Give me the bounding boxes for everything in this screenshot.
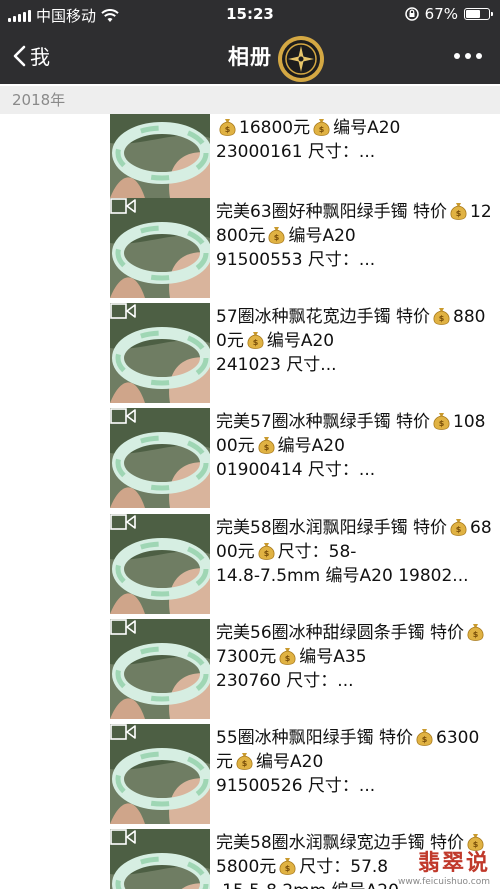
video-thumbnail[interactable]: [110, 724, 210, 824]
post-caption: 完美56圈冰种甜绿圆条手镯 特价 $7300元 $ 编号A35 230760 尺寸：..…: [216, 621, 494, 693]
more-options-icon[interactable]: [452, 46, 484, 66]
svg-text:$: $: [274, 233, 280, 242]
list-item[interactable]: 完美58圈水润飘阳绿手镯 特价 $6800元 $ 尺寸：58- 14.8-7.5mm 编…: [0, 514, 500, 614]
post-caption: 完美63圈好种飘阳绿手镯 特价 $12800元 $ 编号A20 91500553 尺寸：…: [216, 200, 494, 272]
caption-title: 完美56圈冰种甜绿圆条手镯 特价: [216, 623, 465, 643]
watermark-url: www.feicuishuo.com: [397, 877, 490, 887]
caption-detail: 编号A20: [277, 436, 345, 456]
rotation-lock-icon: [404, 7, 419, 21]
caption-detail: 尺寸：57.8: [299, 857, 389, 877]
caption-detail: 编号A35: [299, 647, 367, 667]
money-bag-icon: $: [258, 437, 275, 454]
caption-code: 23000161 尺寸：...: [216, 142, 376, 162]
svg-text:$: $: [225, 125, 231, 134]
svg-text:$: $: [439, 419, 445, 428]
money-bag-icon: $: [279, 648, 296, 665]
svg-text:$: $: [285, 864, 291, 873]
year-section-header: 2018年: [0, 86, 500, 114]
caption-code: 230760 尺寸：...: [216, 671, 354, 691]
svg-text:$: $: [253, 338, 259, 347]
caption-title: 完美63圈好种飘阳绿手镯 特价: [216, 202, 448, 222]
list-item[interactable]: 57圈冰种飘花宽边手镯 特价 $8800元 $ 编号A20 241023 尺寸...: [0, 303, 500, 403]
watermark-title: 翡翠说: [417, 851, 490, 876]
money-bag-icon: $: [450, 203, 467, 220]
caption-price: 16800元: [239, 118, 311, 138]
caption-title: 55圈冰种飘阳绿手镯 特价: [216, 728, 414, 748]
caption-code: 91500553 尺寸：...: [216, 250, 376, 270]
video-thumbnail[interactable]: [110, 514, 210, 614]
caption-detail: 编号A20: [266, 331, 335, 351]
caption-detail: 尺寸：58-: [277, 542, 357, 562]
status-right: 67%: [404, 5, 493, 23]
list-item[interactable]: 完美56圈冰种甜绿圆条手镯 特价 $7300元 $ 编号A35 230760 尺寸：..…: [0, 619, 500, 719]
svg-text:$: $: [422, 735, 428, 744]
video-icon: [110, 198, 136, 214]
caption-detail: 编号A20: [288, 226, 356, 246]
svg-text:$: $: [285, 654, 291, 663]
moments-list: $16800元 $ 编号A20 23000161 尺寸：... 完美63圈好种飘阳绿手镯…: [0, 114, 500, 889]
money-bag-icon: $: [258, 543, 275, 560]
status-bar: 中国移动 15:23 67%: [0, 0, 500, 28]
video-thumbnail[interactable]: [110, 114, 210, 198]
post-caption: $16800元 $ 编号A20 23000161 尺寸：...: [216, 116, 494, 164]
video-icon: [110, 514, 136, 530]
post-caption: 57圈冰种飘花宽边手镯 特价 $8800元 $ 编号A20 241023 尺寸...: [216, 305, 494, 377]
svg-text:$: $: [319, 125, 325, 134]
svg-text:$: $: [456, 525, 462, 534]
caption-code: 241023 尺寸...: [216, 355, 337, 375]
video-thumbnail[interactable]: [110, 408, 210, 508]
caption-detail: 编号A20: [256, 752, 324, 772]
caption-title: 完美58圈水润飘阳绿手镯 特价: [216, 518, 448, 538]
nav-bar: 我 相册: [0, 28, 500, 84]
video-thumbnail[interactable]: [110, 303, 210, 403]
video-icon: [110, 408, 136, 424]
video-thumbnail[interactable]: [110, 829, 210, 889]
money-bag-icon: $: [219, 119, 236, 136]
video-icon: [110, 724, 136, 740]
post-caption: 完美58圈水润飘阳绿手镯 特价 $6800元 $ 尺寸：58- 14.8-7.5mm 编…: [216, 516, 494, 588]
caption-code: 14.8-7.5mm 编号A20 19802...: [216, 566, 469, 586]
money-bag-icon: $: [236, 753, 253, 770]
post-caption: 完美57圈冰种飘绿手镯 特价 $10800元 $ 编号A20 01900414 尺寸：.…: [216, 410, 494, 482]
caption-code: 01900414 尺寸：...: [216, 460, 376, 480]
caption-price: 5800元: [216, 857, 277, 877]
money-bag-icon: $: [467, 624, 484, 641]
caption-code: -15.5-8.2mm 编号A20: [216, 881, 399, 889]
list-item[interactable]: 55圈冰种飘阳绿手镯 特价 $6300元 $ 编号A20 91500526 尺寸：...: [0, 724, 500, 824]
battery-percent: 67%: [424, 5, 458, 23]
watermark: 翡翠说 www.feicuishuo.com: [398, 845, 490, 887]
bangle-photo: [110, 114, 210, 198]
caption-title: 57圈冰种飘花宽边手镯 特价: [216, 307, 431, 327]
list-item[interactable]: 完美57圈冰种飘绿手镯 特价 $10800元 $ 编号A20 01900414 尺寸：.…: [0, 408, 500, 508]
compass-icon: [278, 36, 324, 82]
list-item[interactable]: 完美63圈好种飘阳绿手镯 特价 $12800元 $ 编号A20 91500553 尺寸：…: [0, 198, 500, 298]
money-bag-icon: $: [268, 227, 285, 244]
money-bag-icon: $: [433, 413, 450, 430]
post-caption: 55圈冰种飘阳绿手镯 特价 $6300元 $ 编号A20 91500526 尺寸：...: [216, 726, 494, 798]
video-icon: [110, 303, 136, 319]
money-bag-icon: $: [450, 519, 467, 536]
money-bag-icon: $: [433, 308, 450, 325]
money-bag-icon: $: [416, 729, 433, 746]
battery-icon: [464, 8, 493, 20]
video-icon: [110, 619, 136, 635]
money-bag-icon: $: [279, 858, 296, 875]
money-bag-icon: $: [313, 119, 330, 136]
svg-text:$: $: [473, 630, 479, 639]
caption-price: 7300元: [216, 647, 277, 667]
video-thumbnail[interactable]: [110, 619, 210, 719]
svg-text:$: $: [263, 549, 269, 558]
video-thumbnail[interactable]: [110, 198, 210, 298]
caption-code: 91500526 尺寸：...: [216, 776, 376, 796]
page-title: 相册: [228, 45, 272, 69]
caption-detail: 编号A20: [333, 118, 401, 138]
money-bag-icon: $: [247, 332, 264, 349]
svg-text:$: $: [456, 209, 462, 218]
caption-title: 完美57圈冰种飘绿手镯 特价: [216, 412, 431, 432]
svg-text:$: $: [439, 314, 445, 323]
svg-text:$: $: [263, 443, 269, 452]
video-icon: [110, 829, 136, 845]
svg-text:$: $: [242, 759, 248, 768]
